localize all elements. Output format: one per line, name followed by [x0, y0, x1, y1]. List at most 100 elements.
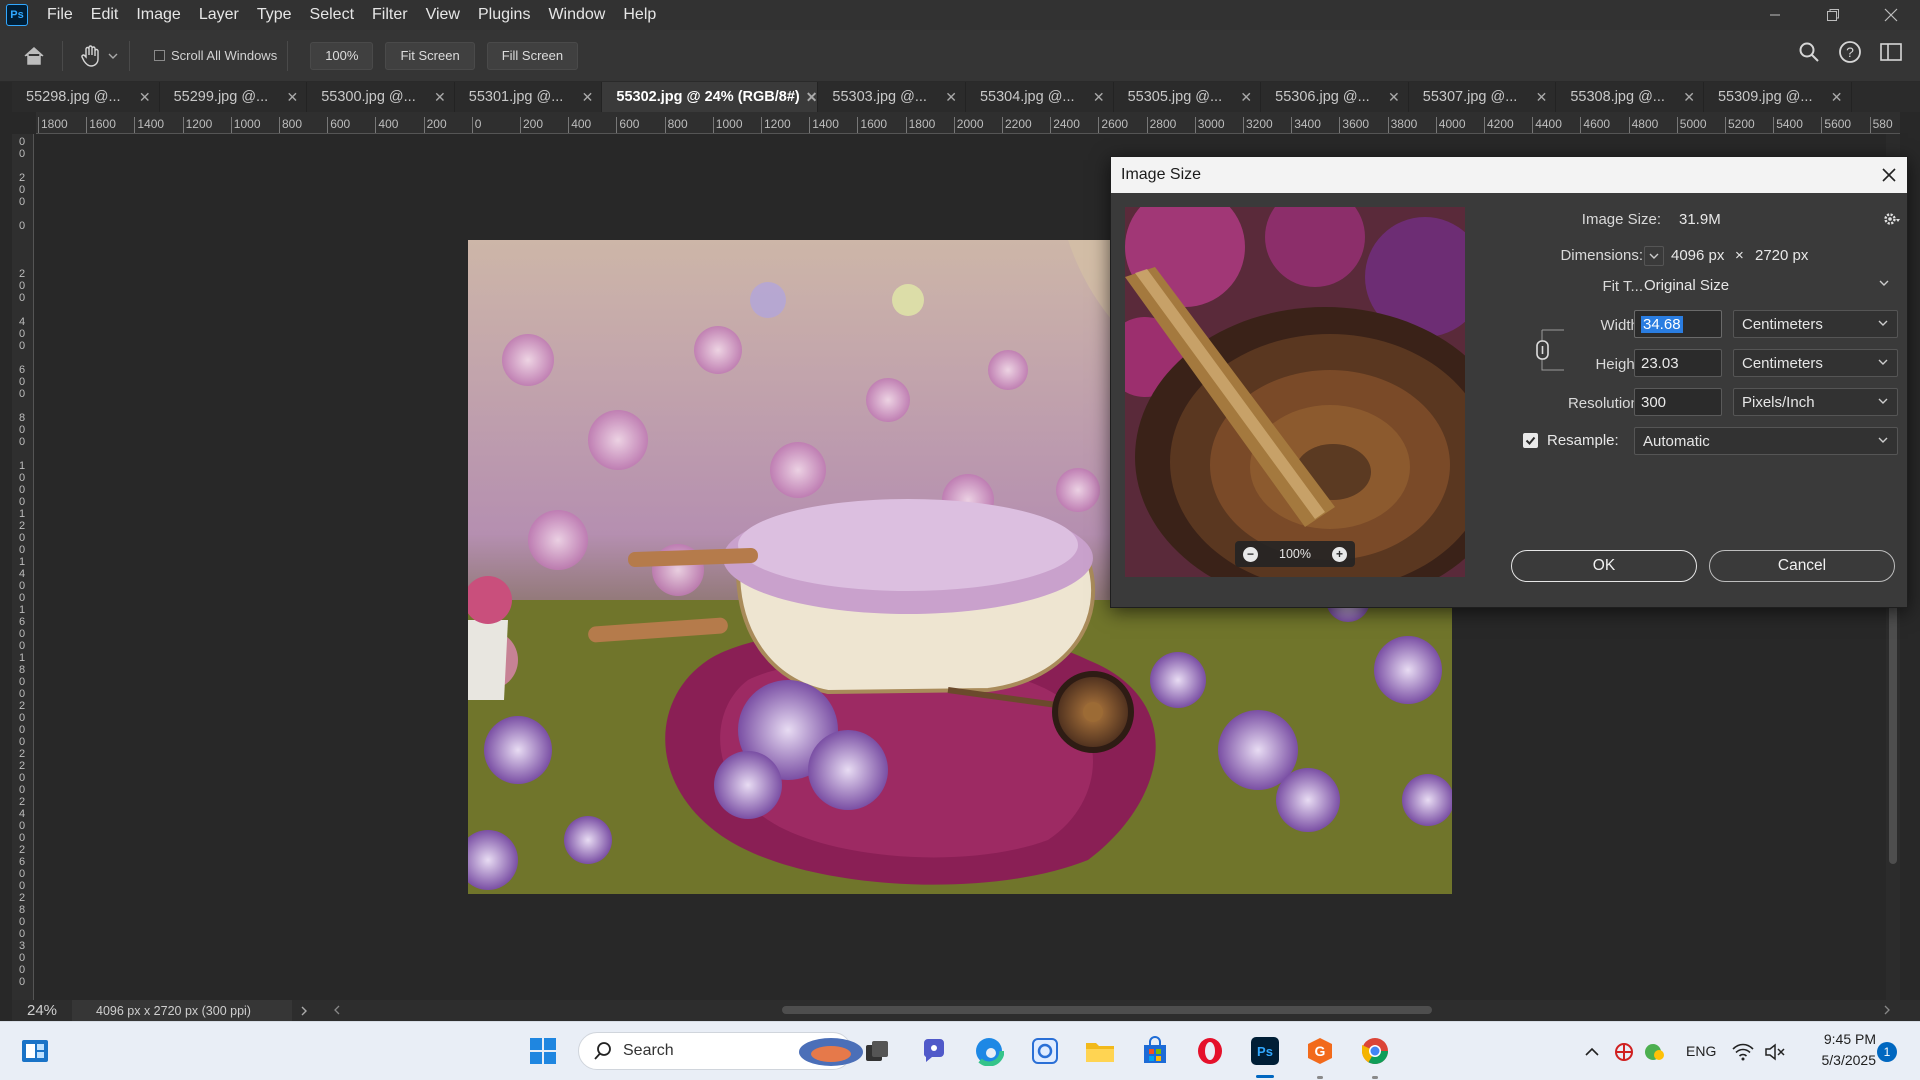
- taskbar-app-file-explorer[interactable]: [1083, 1034, 1117, 1068]
- menu-image[interactable]: Image: [127, 0, 189, 30]
- tab-close-icon[interactable]: ✕: [1831, 89, 1843, 106]
- settings-button[interactable]: [1883, 211, 1901, 232]
- ruler-label: 1600: [89, 117, 116, 131]
- chevron-left-icon[interactable]: [332, 1005, 342, 1015]
- zoom-level[interactable]: 24%: [12, 1002, 72, 1019]
- notification-badge[interactable]: 1: [1877, 1042, 1897, 1062]
- fill-screen-button[interactable]: Fill Screen: [486, 41, 579, 70]
- help-icon[interactable]: ?: [1838, 40, 1862, 64]
- hand-tool-preset[interactable]: [79, 44, 119, 68]
- fit-to-dropdown[interactable]: Original Size: [1636, 271, 1898, 299]
- zoom-out-button[interactable]: −: [1243, 546, 1258, 562]
- taskbar-app-g[interactable]: G: [1303, 1034, 1337, 1068]
- network-globe-icon[interactable]: [1643, 1042, 1665, 1062]
- gear-icon: [1884, 213, 1900, 225]
- speaker-muted-icon[interactable]: [1764, 1043, 1786, 1061]
- taskbar-app-lens[interactable]: [1028, 1034, 1062, 1068]
- workspace-icon[interactable]: [1880, 42, 1902, 62]
- menu-window[interactable]: Window: [539, 0, 614, 30]
- menu-filter[interactable]: Filter: [363, 0, 417, 30]
- resample-dropdown[interactable]: Automatic: [1634, 427, 1898, 455]
- height-input[interactable]: 23.03: [1634, 349, 1722, 377]
- document-tab[interactable]: 55303.jpg @... ✕: [818, 82, 966, 112]
- document-tab[interactable]: 55307.jpg @... ✕: [1408, 82, 1557, 112]
- widgets-button[interactable]: [18, 1034, 52, 1068]
- tab-close-icon[interactable]: ✕: [806, 89, 818, 106]
- clock-date[interactable]: 5/3/2025: [1806, 1052, 1877, 1068]
- height-unit-dropdown[interactable]: Centimeters: [1733, 349, 1898, 377]
- ruler-label: 1000: [18, 460, 26, 508]
- tab-close-icon[interactable]: ✕: [1240, 89, 1252, 106]
- horizontal-scrollbar[interactable]: [332, 1005, 1892, 1015]
- tab-close-icon[interactable]: ✕: [139, 89, 151, 106]
- menu-edit[interactable]: Edit: [82, 0, 128, 30]
- document-tab[interactable]: 55300.jpg @... ✕: [307, 82, 455, 112]
- taskbar-app-photoshop[interactable]: Ps: [1248, 1034, 1282, 1068]
- document-tab[interactable]: 55302.jpg @ 24% (RGB/8#) ✕: [602, 82, 819, 112]
- preview-image[interactable]: − 100% +: [1125, 207, 1465, 577]
- taskbar-app-store[interactable]: [1138, 1034, 1172, 1068]
- tray-app-icon[interactable]: [1614, 1042, 1634, 1062]
- menu-help[interactable]: Help: [614, 0, 665, 30]
- wifi-icon[interactable]: [1732, 1043, 1754, 1061]
- menu-file[interactable]: File: [38, 0, 82, 30]
- taskbar-app-opera[interactable]: [1193, 1034, 1227, 1068]
- menu-view[interactable]: View: [417, 0, 469, 30]
- tab-close-icon[interactable]: ✕: [434, 89, 446, 106]
- document-tab[interactable]: 55309.jpg @... ✕: [1703, 82, 1852, 112]
- dialog-titlebar[interactable]: Image Size: [1111, 157, 1907, 193]
- document-tab[interactable]: 55308.jpg @... ✕: [1556, 82, 1704, 112]
- resolution-unit-dropdown[interactable]: Pixels/Inch: [1733, 388, 1898, 416]
- width-unit-dropdown[interactable]: Centimeters: [1733, 310, 1898, 338]
- home-button[interactable]: [16, 38, 52, 74]
- tab-close-icon[interactable]: ✕: [1388, 89, 1400, 106]
- language-indicator[interactable]: ENG: [1686, 1043, 1716, 1059]
- scroll-all-windows-checkbox[interactable]: Scroll All Windows: [154, 48, 277, 63]
- chevron-right-icon[interactable]: [298, 1005, 310, 1017]
- restore-button[interactable]: [1804, 0, 1862, 30]
- tab-close-icon[interactable]: ✕: [1536, 89, 1548, 106]
- chevron-up-icon[interactable]: [1584, 1044, 1600, 1060]
- document-tab[interactable]: 55306.jpg @... ✕: [1261, 82, 1409, 112]
- search-icon[interactable]: [1798, 41, 1820, 63]
- document-tab[interactable]: 55299.jpg @... ✕: [159, 82, 308, 112]
- taskbar-app-meet[interactable]: [918, 1034, 952, 1068]
- resample-checkbox[interactable]: [1523, 433, 1538, 448]
- task-view-button[interactable]: [860, 1034, 894, 1068]
- tab-close-icon[interactable]: ✕: [1093, 89, 1105, 106]
- minimize-button[interactable]: [1746, 0, 1804, 30]
- menu-select[interactable]: Select: [301, 0, 363, 30]
- fit-screen-button[interactable]: Fit Screen: [385, 41, 475, 70]
- document-tab[interactable]: 55301.jpg @... ✕: [454, 82, 603, 112]
- taskbar-app-edge[interactable]: [972, 1034, 1006, 1068]
- menu-plugins[interactable]: Plugins: [469, 0, 539, 30]
- taskbar-app-chrome[interactable]: [1358, 1034, 1392, 1068]
- document-tab[interactable]: 55304.jpg @... ✕: [965, 82, 1114, 112]
- menu-type[interactable]: Type: [248, 0, 301, 30]
- resolution-input[interactable]: 300: [1634, 388, 1722, 416]
- cancel-button[interactable]: Cancel: [1709, 550, 1895, 582]
- menu-layer[interactable]: Layer: [190, 0, 248, 30]
- tab-close-icon[interactable]: ✕: [286, 89, 298, 106]
- checkbox-box[interactable]: [154, 50, 165, 61]
- clock-time[interactable]: 9:45 PM: [1812, 1031, 1876, 1047]
- close-window-button[interactable]: [1862, 0, 1920, 30]
- document-tab[interactable]: 55305.jpg @... ✕: [1113, 82, 1262, 112]
- tab-close-icon[interactable]: ✕: [582, 89, 594, 106]
- zoom-100-button[interactable]: 100%: [310, 41, 374, 70]
- tab-close-icon[interactable]: ✕: [945, 89, 957, 106]
- taskbar-search[interactable]: Search: [578, 1032, 863, 1070]
- document-tab[interactable]: 55298.jpg @... ✕: [12, 82, 160, 112]
- width-input[interactable]: 34.68: [1634, 310, 1722, 338]
- scrollbar-thumb[interactable]: [1889, 584, 1897, 864]
- chevron-down-icon: [1878, 437, 1888, 443]
- zoom-in-button[interactable]: +: [1331, 546, 1347, 562]
- ruler-tick: [761, 117, 762, 133]
- dialog-close-button[interactable]: [1881, 163, 1897, 189]
- tab-close-icon[interactable]: ✕: [1683, 89, 1695, 106]
- start-button[interactable]: [526, 1034, 560, 1068]
- dimensions-dropdown[interactable]: [1644, 246, 1664, 266]
- chevron-right-icon[interactable]: [1882, 1005, 1892, 1015]
- scrollbar-thumb[interactable]: [782, 1006, 1432, 1014]
- ok-button[interactable]: OK: [1511, 550, 1697, 582]
